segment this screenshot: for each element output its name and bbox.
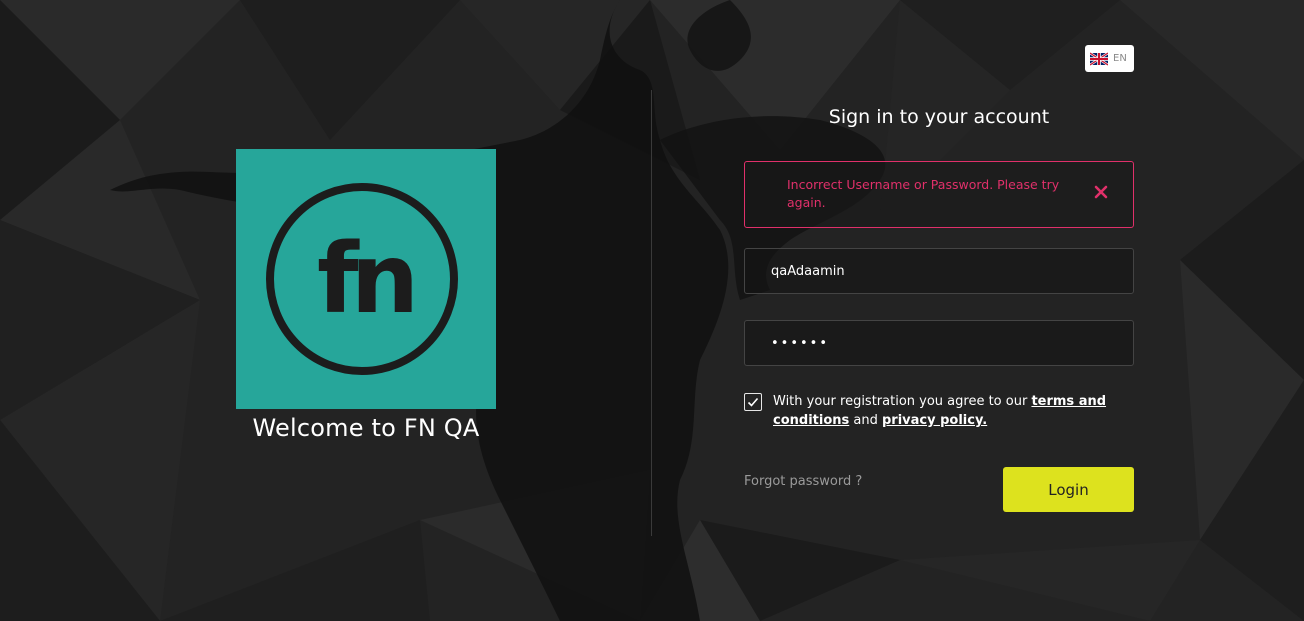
uk-flag-icon [1090, 51, 1108, 66]
brand-logo: fn [236, 149, 496, 409]
forgot-password-link[interactable]: Forgot password ? [744, 474, 862, 489]
login-button[interactable]: Login [1003, 467, 1134, 512]
error-alert: Incorrect Username or Password. Please t… [744, 161, 1134, 228]
username-field[interactable] [744, 248, 1134, 294]
logo-text: fn [317, 223, 412, 335]
welcome-heading: Welcome to FN QA [252, 414, 480, 442]
logo-mark: fn [266, 183, 458, 375]
error-message: Incorrect Username or Password. Please t… [787, 177, 1060, 210]
background-art [0, 0, 1304, 621]
privacy-link[interactable]: privacy policy. [882, 413, 987, 428]
password-field[interactable] [744, 320, 1134, 366]
language-code: EN [1113, 53, 1127, 64]
language-selector[interactable]: EN [1085, 45, 1134, 72]
terms-statement: With your registration you agree to our … [773, 392, 1133, 430]
terms-middle: and [849, 413, 882, 428]
terms-checkbox[interactable] [744, 393, 762, 411]
terms-prefix: With your registration you agree to our [773, 394, 1032, 409]
vertical-divider [651, 90, 652, 536]
close-icon[interactable] [1093, 184, 1109, 200]
checkmark-icon [747, 397, 759, 407]
form-title: Sign in to your account [828, 106, 1050, 128]
